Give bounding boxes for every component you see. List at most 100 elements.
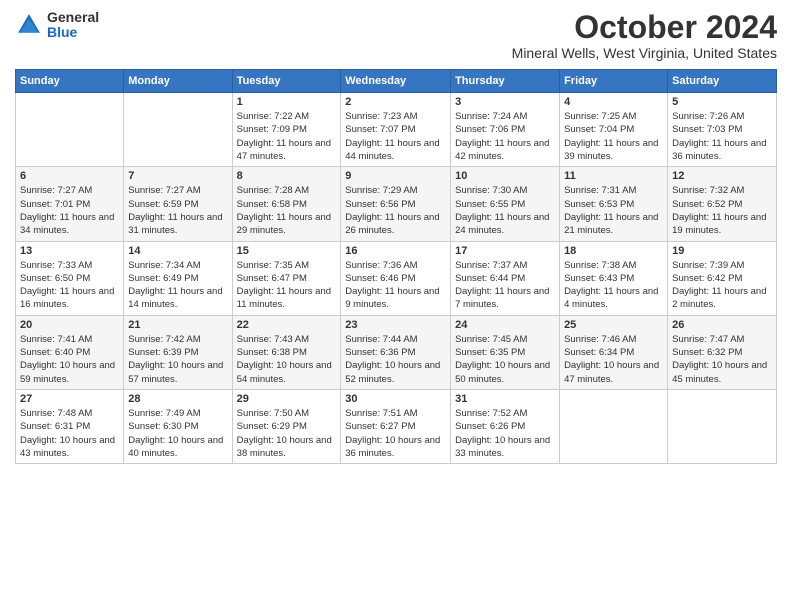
- calendar-cell: 14 Sunrise: 7:34 AM Sunset: 6:49 PM Dayli…: [124, 241, 232, 315]
- calendar-cell: [16, 93, 124, 167]
- calendar-week-3: 13Sunrise: 7:33 AM Sunset: 6:50 PM Dayli…: [16, 241, 777, 315]
- calendar-cell: 31 Sunrise: 7:52 AM Sunset: 6:26 PM Dayli…: [451, 389, 560, 463]
- day-info: Sunrise: 7:23 AM Sunset: 7:07 PM Dayligh…: [345, 110, 446, 163]
- day-number: 2: [345, 96, 446, 108]
- day-info: Sunrise: 7:32 AM Sunset: 6:52 PM Dayligh…: [672, 184, 772, 237]
- calendar-cell: 8 Sunrise: 7:28 AM Sunset: 6:58 PM Daylig…: [232, 167, 341, 241]
- calendar-week-5: 27 Sunrise: 7:48 AM Sunset: 6:31 PM Dayli…: [16, 389, 777, 463]
- calendar-cell: 12 Sunrise: 7:32 AM Sunset: 6:52 PM Dayli…: [668, 167, 777, 241]
- title-area: October 2024 Mineral Wells, West Virgini…: [512, 10, 777, 61]
- day-number: 6: [20, 170, 119, 182]
- calendar-cell: 30Sunrise: 7:51 AM Sunset: 6:27 PM Dayli…: [341, 389, 451, 463]
- day-info: Sunrise: 7:33 AM Sunset: 6:50 PM Dayligh…: [20, 259, 119, 312]
- day-info: Sunrise: 7:25 AM Sunset: 7:04 PM Dayligh…: [564, 110, 663, 163]
- weekday-monday: Monday: [124, 70, 232, 93]
- calendar-week-2: 6 Sunrise: 7:27 AM Sunset: 7:01 PM Daylig…: [16, 167, 777, 241]
- calendar-cell: [560, 389, 668, 463]
- day-number: 26: [672, 319, 772, 331]
- day-number: 9: [345, 170, 446, 182]
- day-info: Sunrise: 7:50 AM Sunset: 6:29 PM Dayligh…: [237, 407, 337, 460]
- calendar-cell: 2 Sunrise: 7:23 AM Sunset: 7:07 PM Daylig…: [341, 93, 451, 167]
- day-number: 15: [237, 245, 337, 257]
- calendar-cell: 10Sunrise: 7:30 AM Sunset: 6:55 PM Dayli…: [451, 167, 560, 241]
- day-info: Sunrise: 7:52 AM Sunset: 6:26 PM Dayligh…: [455, 407, 555, 460]
- calendar-cell: 22 Sunrise: 7:43 AM Sunset: 6:38 PM Dayli…: [232, 315, 341, 389]
- calendar-week-1: 1Sunrise: 7:22 AM Sunset: 7:09 PM Daylig…: [16, 93, 777, 167]
- day-info: Sunrise: 7:27 AM Sunset: 7:01 PM Dayligh…: [20, 184, 119, 237]
- day-number: 17: [455, 245, 555, 257]
- day-number: 21: [128, 319, 227, 331]
- day-number: 7: [128, 170, 227, 182]
- calendar-cell: 21Sunrise: 7:42 AM Sunset: 6:39 PM Dayli…: [124, 315, 232, 389]
- day-info: Sunrise: 7:24 AM Sunset: 7:06 PM Dayligh…: [455, 110, 555, 163]
- calendar-header: SundayMondayTuesdayWednesdayThursdayFrid…: [16, 70, 777, 93]
- day-number: 24: [455, 319, 555, 331]
- day-info: Sunrise: 7:51 AM Sunset: 6:27 PM Dayligh…: [345, 407, 446, 460]
- calendar-cell: 29 Sunrise: 7:50 AM Sunset: 6:29 PM Dayli…: [232, 389, 341, 463]
- location-text: Mineral Wells, West Virginia, United Sta…: [512, 45, 777, 61]
- day-info: Sunrise: 7:48 AM Sunset: 6:31 PM Dayligh…: [20, 407, 119, 460]
- day-number: 29: [237, 393, 337, 405]
- day-info: Sunrise: 7:44 AM Sunset: 6:36 PM Dayligh…: [345, 333, 446, 386]
- calendar-cell: 3 Sunrise: 7:24 AM Sunset: 7:06 PM Daylig…: [451, 93, 560, 167]
- calendar-cell: 28Sunrise: 7:49 AM Sunset: 6:30 PM Dayli…: [124, 389, 232, 463]
- calendar-table: SundayMondayTuesdayWednesdayThursdayFrid…: [15, 69, 777, 464]
- day-info: Sunrise: 7:27 AM Sunset: 6:59 PM Dayligh…: [128, 184, 227, 237]
- calendar-cell: 9 Sunrise: 7:29 AM Sunset: 6:56 PM Daylig…: [341, 167, 451, 241]
- day-info: Sunrise: 7:43 AM Sunset: 6:38 PM Dayligh…: [237, 333, 337, 386]
- day-number: 1: [237, 96, 337, 108]
- day-info: Sunrise: 7:31 AM Sunset: 6:53 PM Dayligh…: [564, 184, 663, 237]
- day-number: 8: [237, 170, 337, 182]
- calendar-cell: 13Sunrise: 7:33 AM Sunset: 6:50 PM Dayli…: [16, 241, 124, 315]
- day-number: 31: [455, 393, 555, 405]
- day-info: Sunrise: 7:45 AM Sunset: 6:35 PM Dayligh…: [455, 333, 555, 386]
- day-info: Sunrise: 7:47 AM Sunset: 6:32 PM Dayligh…: [672, 333, 772, 386]
- day-number: 16: [345, 245, 446, 257]
- calendar-cell: 19 Sunrise: 7:39 AM Sunset: 6:42 PM Dayli…: [668, 241, 777, 315]
- calendar-cell: 17 Sunrise: 7:37 AM Sunset: 6:44 PM Dayli…: [451, 241, 560, 315]
- page-header: General Blue October 2024 Mineral Wells,…: [15, 10, 777, 61]
- day-info: Sunrise: 7:28 AM Sunset: 6:58 PM Dayligh…: [237, 184, 337, 237]
- calendar-cell: 4 Sunrise: 7:25 AM Sunset: 7:04 PM Daylig…: [560, 93, 668, 167]
- calendar-cell: 7 Sunrise: 7:27 AM Sunset: 6:59 PM Daylig…: [124, 167, 232, 241]
- logo-text: General Blue: [47, 10, 99, 41]
- day-info: Sunrise: 7:34 AM Sunset: 6:49 PM Dayligh…: [128, 259, 227, 312]
- calendar-week-4: 20 Sunrise: 7:41 AM Sunset: 6:40 PM Dayli…: [16, 315, 777, 389]
- day-number: 19: [672, 245, 772, 257]
- day-info: Sunrise: 7:29 AM Sunset: 6:56 PM Dayligh…: [345, 184, 446, 237]
- day-info: Sunrise: 7:35 AM Sunset: 6:47 PM Dayligh…: [237, 259, 337, 312]
- logo-icon: [15, 11, 43, 39]
- calendar-cell: 15 Sunrise: 7:35 AM Sunset: 6:47 PM Dayli…: [232, 241, 341, 315]
- day-info: Sunrise: 7:36 AM Sunset: 6:46 PM Dayligh…: [345, 259, 446, 312]
- calendar-page: General Blue October 2024 Mineral Wells,…: [0, 0, 792, 612]
- calendar-cell: 20 Sunrise: 7:41 AM Sunset: 6:40 PM Dayli…: [16, 315, 124, 389]
- calendar-cell: 24 Sunrise: 7:45 AM Sunset: 6:35 PM Dayli…: [451, 315, 560, 389]
- day-number: 10: [455, 170, 555, 182]
- day-number: 27: [20, 393, 119, 405]
- calendar-cell: [124, 93, 232, 167]
- weekday-thursday: Thursday: [451, 70, 560, 93]
- weekday-friday: Friday: [560, 70, 668, 93]
- weekday-header-row: SundayMondayTuesdayWednesdayThursdayFrid…: [16, 70, 777, 93]
- day-info: Sunrise: 7:37 AM Sunset: 6:44 PM Dayligh…: [455, 259, 555, 312]
- weekday-saturday: Saturday: [668, 70, 777, 93]
- weekday-tuesday: Tuesday: [232, 70, 341, 93]
- day-info: Sunrise: 7:49 AM Sunset: 6:30 PM Dayligh…: [128, 407, 227, 460]
- day-info: Sunrise: 7:46 AM Sunset: 6:34 PM Dayligh…: [564, 333, 663, 386]
- weekday-wednesday: Wednesday: [341, 70, 451, 93]
- day-number: 20: [20, 319, 119, 331]
- calendar-cell: [668, 389, 777, 463]
- calendar-cell: 26 Sunrise: 7:47 AM Sunset: 6:32 PM Dayli…: [668, 315, 777, 389]
- day-info: Sunrise: 7:41 AM Sunset: 6:40 PM Dayligh…: [20, 333, 119, 386]
- day-number: 5: [672, 96, 772, 108]
- day-number: 14: [128, 245, 227, 257]
- calendar-cell: 11Sunrise: 7:31 AM Sunset: 6:53 PM Dayli…: [560, 167, 668, 241]
- day-info: Sunrise: 7:39 AM Sunset: 6:42 PM Dayligh…: [672, 259, 772, 312]
- day-number: 3: [455, 96, 555, 108]
- day-number: 12: [672, 170, 772, 182]
- day-number: 22: [237, 319, 337, 331]
- day-number: 4: [564, 96, 663, 108]
- calendar-cell: 23Sunrise: 7:44 AM Sunset: 6:36 PM Dayli…: [341, 315, 451, 389]
- calendar-body: 1Sunrise: 7:22 AM Sunset: 7:09 PM Daylig…: [16, 93, 777, 464]
- calendar-cell: 1Sunrise: 7:22 AM Sunset: 7:09 PM Daylig…: [232, 93, 341, 167]
